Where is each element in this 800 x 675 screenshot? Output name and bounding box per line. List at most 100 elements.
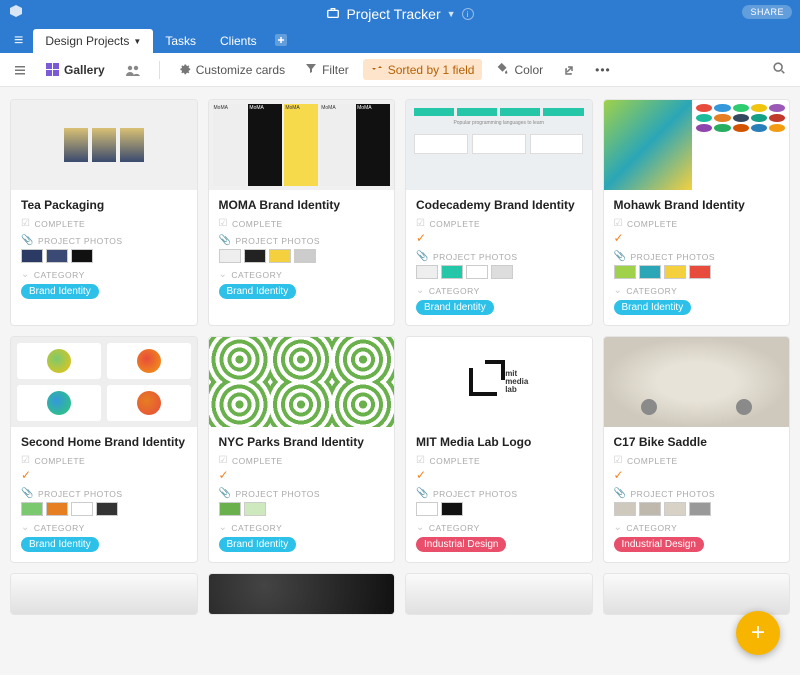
paint-bucket-icon [496,62,509,78]
card-title: Codecademy Brand Identity [416,198,582,212]
field-label-complete: ☑COMPLETE [219,455,385,466]
table-tabs: ≡ Design Projects▼ Tasks Clients [0,28,800,53]
gallery-icon [46,63,59,76]
record-card[interactable] [208,573,396,615]
thumbnail-row [219,249,385,263]
field-label-complete: ☑COMPLETE [416,455,582,466]
record-card[interactable]: MoMAMoMAMoMAMoMAMoMAMOMA Brand Identity☑… [208,99,396,326]
tab-label: Design Projects [45,34,129,48]
thumbnail [614,265,636,279]
thumbnail-row [416,502,582,516]
checkmark-icon: ✓ [416,468,582,482]
thumbnail [46,502,68,516]
checkmark-icon: ✓ [219,468,385,482]
attachment-icon: 📎 [219,488,232,499]
more-icon[interactable]: ••• [589,60,617,80]
app-header: Project Tracker ▼ i SHARE [0,0,800,28]
checkbox-icon: ☑ [614,455,623,466]
attachment-icon: 📎 [21,235,34,246]
thumbnail [441,265,463,279]
add-tab-button[interactable] [271,29,291,53]
record-card[interactable]: Popular programming languages to learnCo… [405,99,593,326]
record-card[interactable]: mitmedialabMIT Media Lab Logo☑COMPLETE✓📎… [405,336,593,563]
thumbnail [21,502,43,516]
thumbnail [416,502,438,516]
field-label-category: ⌄CATEGORY [416,522,582,533]
field-label-complete: ☑COMPLETE [21,218,187,229]
gallery-scroll[interactable]: Tea Packaging☑COMPLETE📎PROJECT PHOTOS⌄CA… [0,87,800,675]
customize-cards-button[interactable]: Customize cards [172,59,291,81]
record-card[interactable]: Mohawk Brand Identity☑COMPLETE✓📎PROJECT … [603,99,791,326]
attachment-icon: 📎 [21,488,34,499]
tab-label: Tasks [165,34,196,48]
record-card[interactable] [10,573,198,615]
card-title: Mohawk Brand Identity [614,198,780,212]
category-pill: Industrial Design [614,537,704,552]
thumbnail [639,502,661,516]
field-label-photos: 📎PROJECT PHOTOS [21,488,187,499]
category-pill: Brand Identity [614,300,692,315]
card-body: MOMA Brand Identity☑COMPLETE📎PROJECT PHO… [209,190,395,309]
search-button[interactable] [766,58,792,81]
record-card[interactable]: C17 Bike Saddle☑COMPLETE✓📎PROJECT PHOTOS… [603,336,791,563]
card-cover [11,100,197,190]
chevron-down-icon[interactable]: ▼ [447,9,456,19]
card-title: MOMA Brand Identity [219,198,385,212]
record-card[interactable]: Second Home Brand Identity☑COMPLETE✓📎PRO… [10,336,198,563]
field-label-complete: ☑COMPLETE [219,218,385,229]
select-icon: ⌄ [416,285,425,296]
field-label-photos: 📎PROJECT PHOTOS [614,488,780,499]
field-label-photos: 📎PROJECT PHOTOS [21,235,187,246]
field-label-category: ⌄CATEGORY [614,522,780,533]
view-type[interactable]: Gallery [40,60,111,80]
select-icon: ⌄ [219,269,228,280]
tab-clients[interactable]: Clients [208,29,269,53]
gallery-grid: Tea Packaging☑COMPLETE📎PROJECT PHOTOS⌄CA… [10,99,790,615]
share-button[interactable]: SHARE [742,5,792,19]
thumbnail [219,249,241,263]
record-card[interactable]: NYC Parks Brand Identity ☑COMPLETE ✓ 📎PROJE… [208,336,396,563]
share-view-icon[interactable] [557,61,581,79]
gear-icon [178,62,191,78]
record-card[interactable] [405,573,593,615]
thumbnail [244,249,266,263]
card-cover [11,574,197,614]
add-record-fab[interactable]: + [736,611,780,655]
views-menu-button[interactable] [8,61,32,79]
sort-button[interactable]: Sorted by 1 field [363,59,483,80]
category-pill: Brand Identity [219,537,297,552]
thumbnail [96,502,118,516]
field-label-photos: 📎PROJECT PHOTOS [416,251,582,262]
color-button[interactable]: Color [490,59,549,81]
record-card[interactable]: Tea Packaging☑COMPLETE📎PROJECT PHOTOS⌄CA… [10,99,198,326]
select-icon: ⌄ [219,522,228,533]
card-title: NYC Parks Brand Identity [219,435,385,449]
field-label-complete: ☑COMPLETE [614,218,780,229]
thumbnail [269,249,291,263]
checkbox-icon: ☑ [614,218,623,229]
collaborators-button[interactable] [119,61,147,79]
category-pill: Industrial Design [416,537,506,552]
filter-button[interactable]: Filter [299,59,355,80]
app-title[interactable]: Project Tracker [346,6,440,22]
field-label-photos: 📎PROJECT PHOTOS [219,488,385,499]
checkbox-icon: ☑ [416,218,425,229]
thumbnail [416,265,438,279]
thumbnail [71,502,93,516]
info-icon[interactable]: i [462,8,474,20]
hamburger-icon[interactable]: ≡ [6,32,31,50]
sort-icon [371,62,383,77]
tab-tasks[interactable]: Tasks [153,29,208,53]
card-body: Tea Packaging☑COMPLETE📎PROJECT PHOTOS⌄CA… [11,190,197,309]
card-cover [406,574,592,614]
thumbnail [664,502,686,516]
checkmark-icon: ✓ [614,468,780,482]
category-pill: Brand Identity [21,537,99,552]
thumbnail [689,502,711,516]
tab-design-projects[interactable]: Design Projects▼ [33,29,153,53]
record-card[interactable] [603,573,791,615]
thumbnail [664,265,686,279]
field-label-category: ⌄CATEGORY [416,285,582,296]
card-body: C17 Bike Saddle☑COMPLETE✓📎PROJECT PHOTOS… [604,427,790,562]
card-cover [11,337,197,427]
